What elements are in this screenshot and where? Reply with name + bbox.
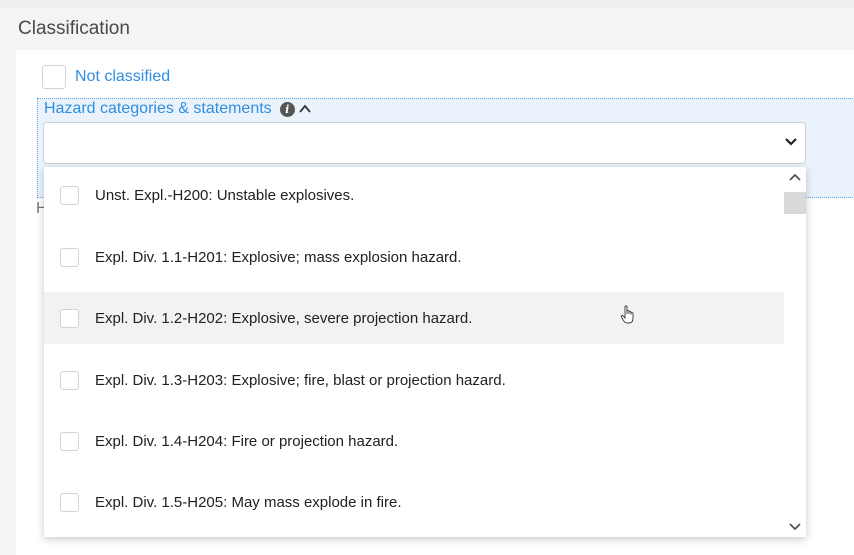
option-label: Expl. Div. 1.3-H203: Explosive; fire, bl… — [95, 371, 506, 389]
dropdown-option[interactable]: Unst. Expl.-H200: Unstable explosives. — [44, 169, 784, 221]
not-classified-option[interactable]: Not classified — [42, 65, 170, 89]
dropdown-option[interactable]: Expl. Div. 1.4-H204: Fire or projection … — [44, 415, 784, 467]
dropdown-scrollbar[interactable] — [784, 167, 806, 537]
hazard-field-label: Hazard categories & statements — [44, 100, 272, 117]
dropdown-option[interactable]: Expl. Div. 1.3-H203: Explosive; fire, bl… — [44, 354, 784, 406]
hazard-field-header: Hazard categories & statements i — [44, 100, 311, 118]
option-label: Expl. Div. 1.4-H204: Fire or projection … — [95, 432, 399, 450]
chevron-up-icon[interactable] — [298, 103, 311, 116]
hand-pointer-cursor-icon — [620, 305, 634, 324]
option-checkbox[interactable] — [60, 431, 79, 451]
top-strip — [0, 0, 854, 8]
scroll-up-arrow-icon[interactable] — [788, 171, 802, 183]
option-checkbox[interactable] — [60, 185, 79, 205]
option-checkbox[interactable] — [60, 492, 79, 512]
dropdown-option[interactable]: Expl. Div. 1.5-H205: May mass explode in… — [44, 476, 784, 528]
chevron-down-icon[interactable] — [783, 133, 799, 151]
dropdown-option[interactable]: Expl. Div. 1.1-H201: Explosive; mass exp… — [44, 231, 784, 283]
not-classified-checkbox[interactable] — [42, 65, 66, 89]
hazard-dropdown-list[interactable]: Unst. Expl.-H200: Unstable explosives. E… — [44, 167, 806, 537]
scrollbar-thumb[interactable] — [784, 192, 806, 214]
section-title: Classification — [18, 18, 130, 39]
option-label: Expl. Div. 1.2-H202: Explosive, severe p… — [95, 309, 473, 327]
dropdown-option-hovered[interactable]: Expl. Div. 1.2-H202: Explosive, severe p… — [44, 292, 784, 344]
option-label: Expl. Div. 1.1-H201: Explosive; mass exp… — [95, 248, 462, 266]
option-checkbox[interactable] — [60, 370, 79, 390]
option-label: Expl. Div. 1.5-H205: May mass explode in… — [95, 493, 402, 511]
scroll-down-arrow-icon[interactable] — [788, 521, 802, 533]
info-icon[interactable]: i — [279, 101, 295, 117]
option-label: Unst. Expl.-H200: Unstable explosives. — [95, 186, 355, 204]
hazard-select[interactable] — [43, 122, 806, 164]
option-checkbox[interactable] — [60, 308, 79, 328]
option-checkbox[interactable] — [60, 247, 79, 267]
not-classified-label[interactable]: Not classified — [75, 68, 170, 86]
